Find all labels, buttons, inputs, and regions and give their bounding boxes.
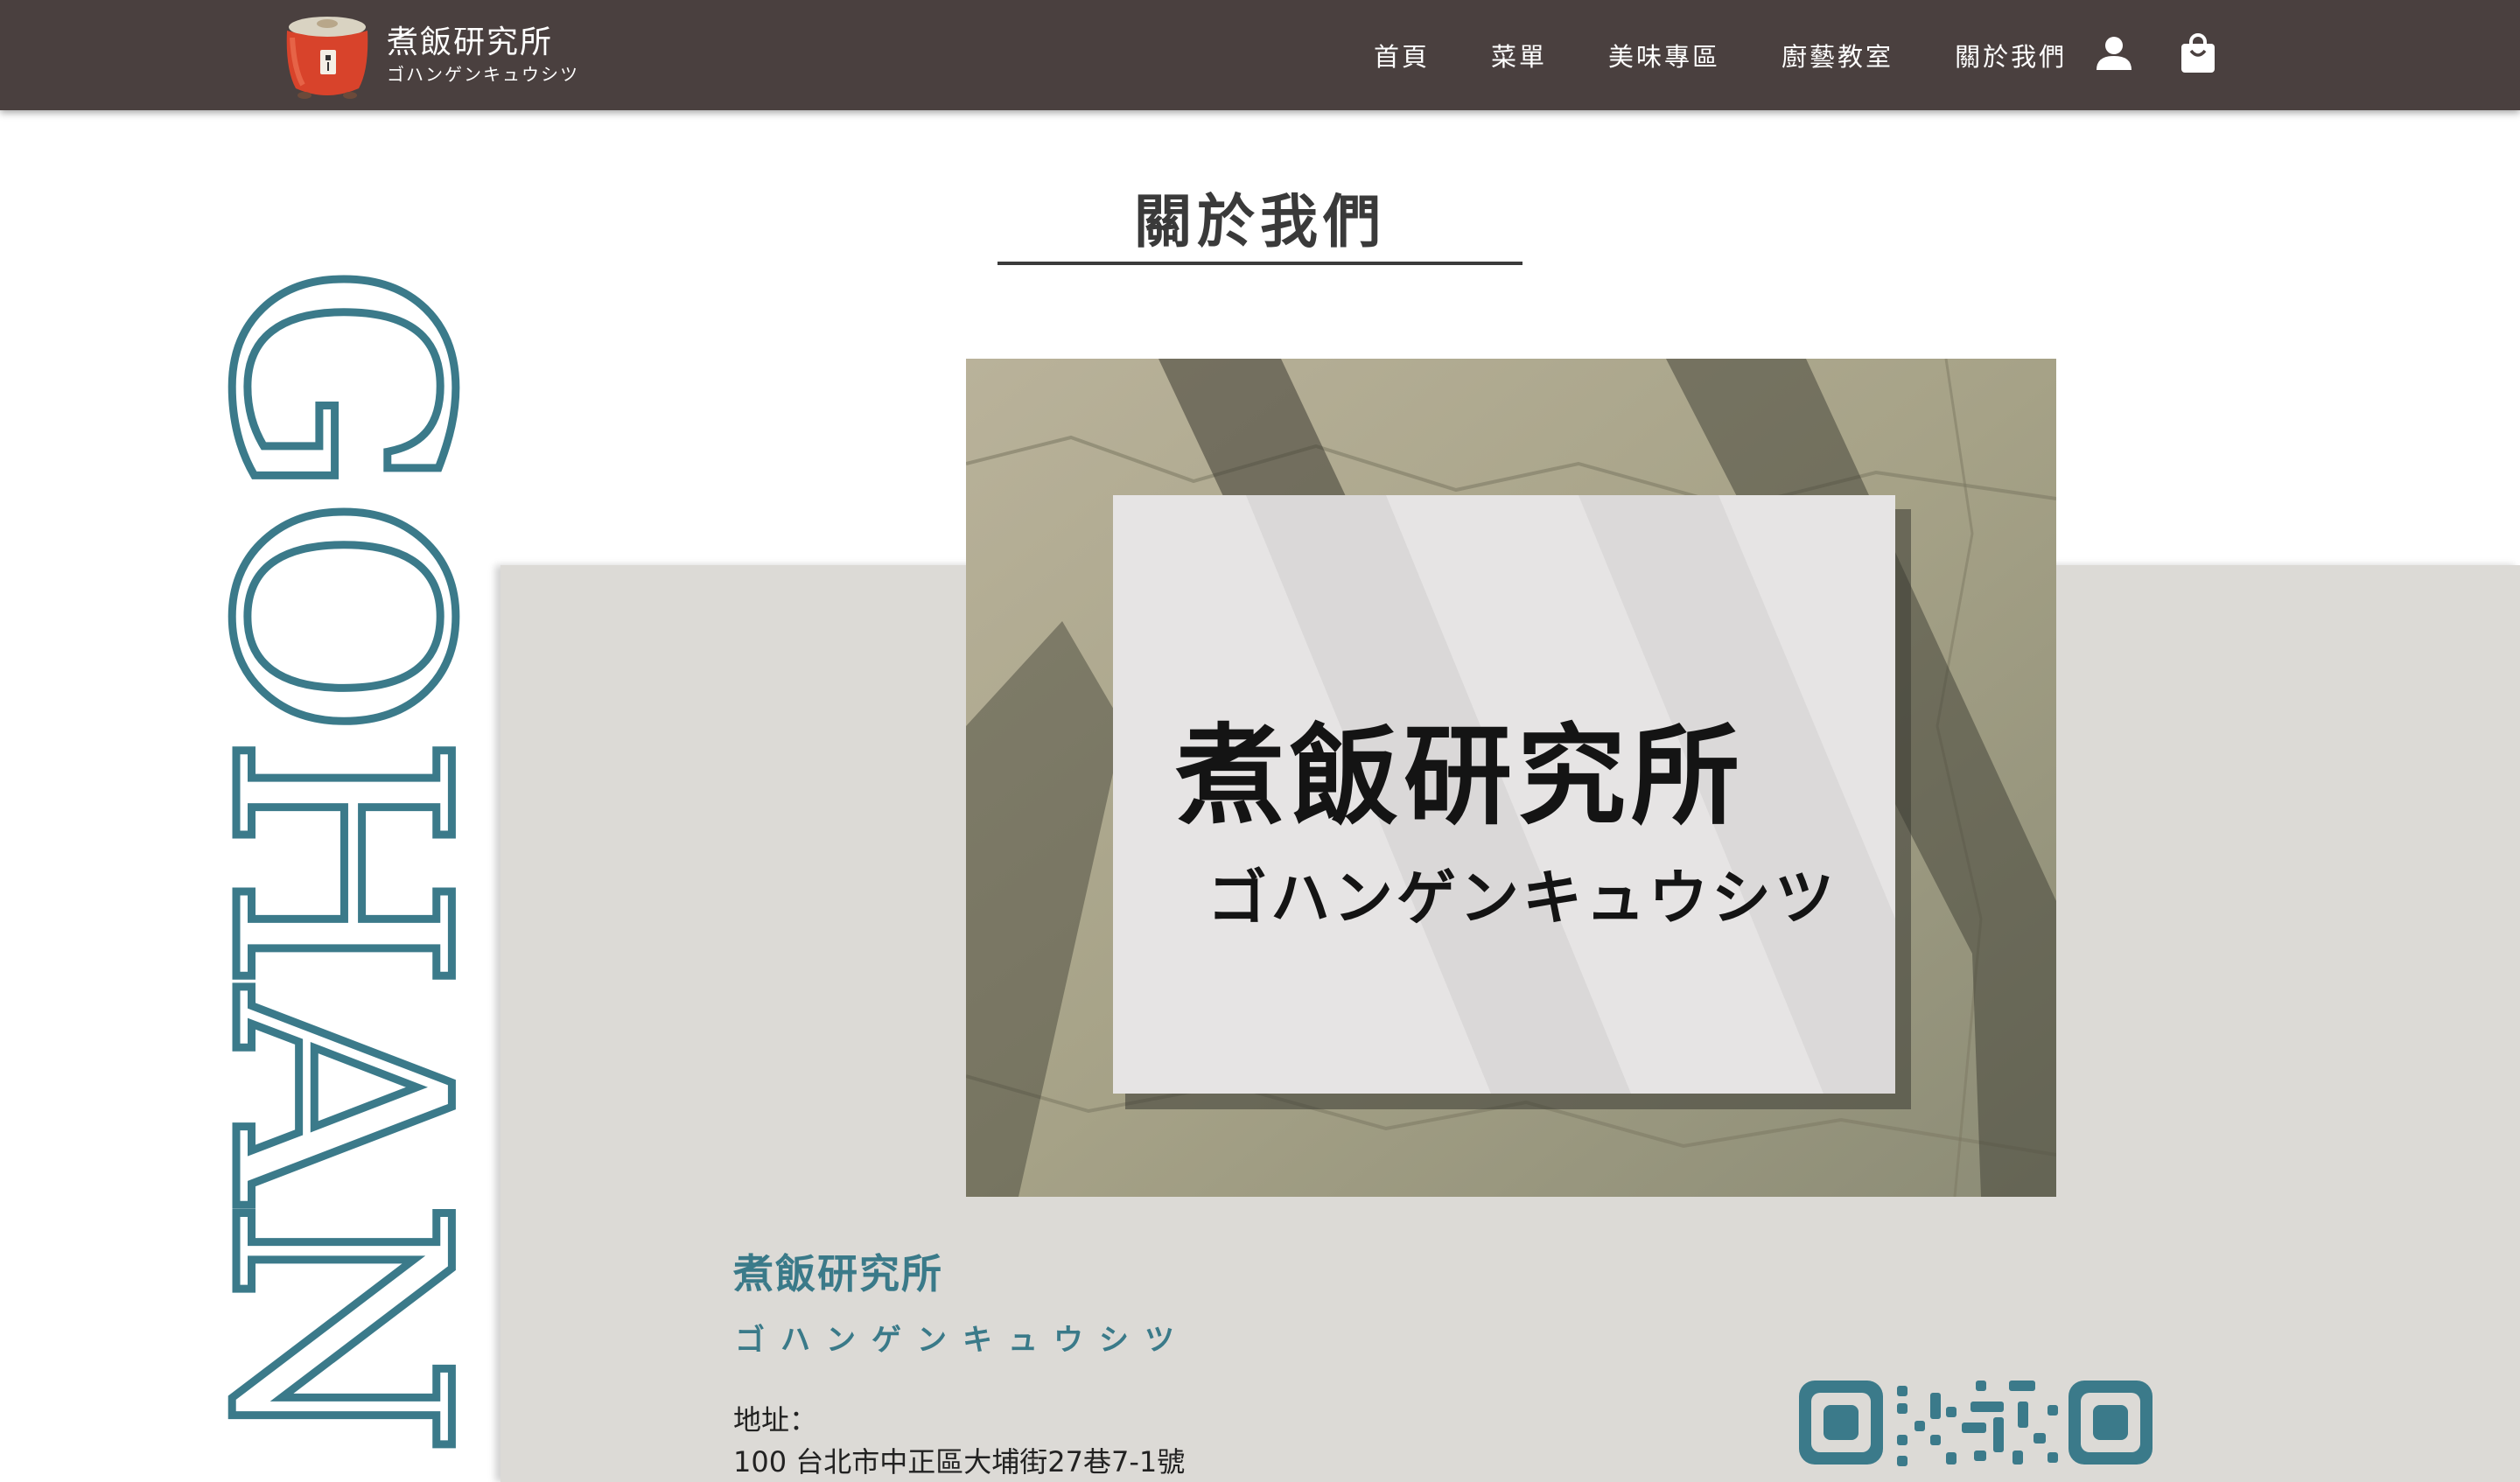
shopping-bag-icon[interactable] xyxy=(2180,33,2216,77)
person-icon[interactable] xyxy=(2096,35,2132,75)
nav-item-about[interactable]: 關於我們 xyxy=(1955,37,2067,73)
main-nav: 首頁 菜單 美味專區 廚藝教室 關於我們 xyxy=(1374,0,2128,110)
page-title: 關於我們 xyxy=(1134,187,1386,255)
qr-code[interactable] xyxy=(1799,1377,2152,1482)
gohan-outline-text: GOHAN xyxy=(224,262,478,1454)
brand-subtitle: ゴハンゲンキュウシツ xyxy=(387,64,579,85)
shop-kana: ゴハンゲンキュウシツ xyxy=(735,1323,1190,1358)
storefront-sign-photo: 煮飯研究所 ゴハンゲンキュウシツ xyxy=(966,359,2056,1197)
nav-item-delicious[interactable]: 美味專區 xyxy=(1608,37,1720,73)
nav-item-menu[interactable]: 菜單 xyxy=(1491,37,1547,73)
sign-subtitle: ゴハンゲンキュウシツ xyxy=(1208,864,1838,933)
sign-title: 煮飯研究所 xyxy=(1175,713,1745,840)
shop-name: 煮飯研究所 xyxy=(733,1250,943,1297)
nav-item-home[interactable]: 首頁 xyxy=(1374,37,1430,73)
vertical-gohan-text: GOHAN xyxy=(224,262,478,1482)
navbar: 煮飯研究所 ゴハンゲンキュウシツ 首頁 菜單 美味專區 廚藝教室 關於我們 xyxy=(0,0,2520,110)
title-underline xyxy=(998,262,1522,265)
nav-item-cooking-class[interactable]: 廚藝教室 xyxy=(1782,37,1894,73)
rice-cooker-icon xyxy=(278,8,376,102)
address-value: 100 台北市中正區大埔街27巷7-1號 xyxy=(733,1445,1186,1479)
address-label: 地址： xyxy=(733,1403,818,1437)
brand-logo[interactable]: 煮飯研究所 ゴハンゲンキュウシツ xyxy=(278,7,579,103)
brand-title: 煮飯研究所 xyxy=(387,24,554,60)
